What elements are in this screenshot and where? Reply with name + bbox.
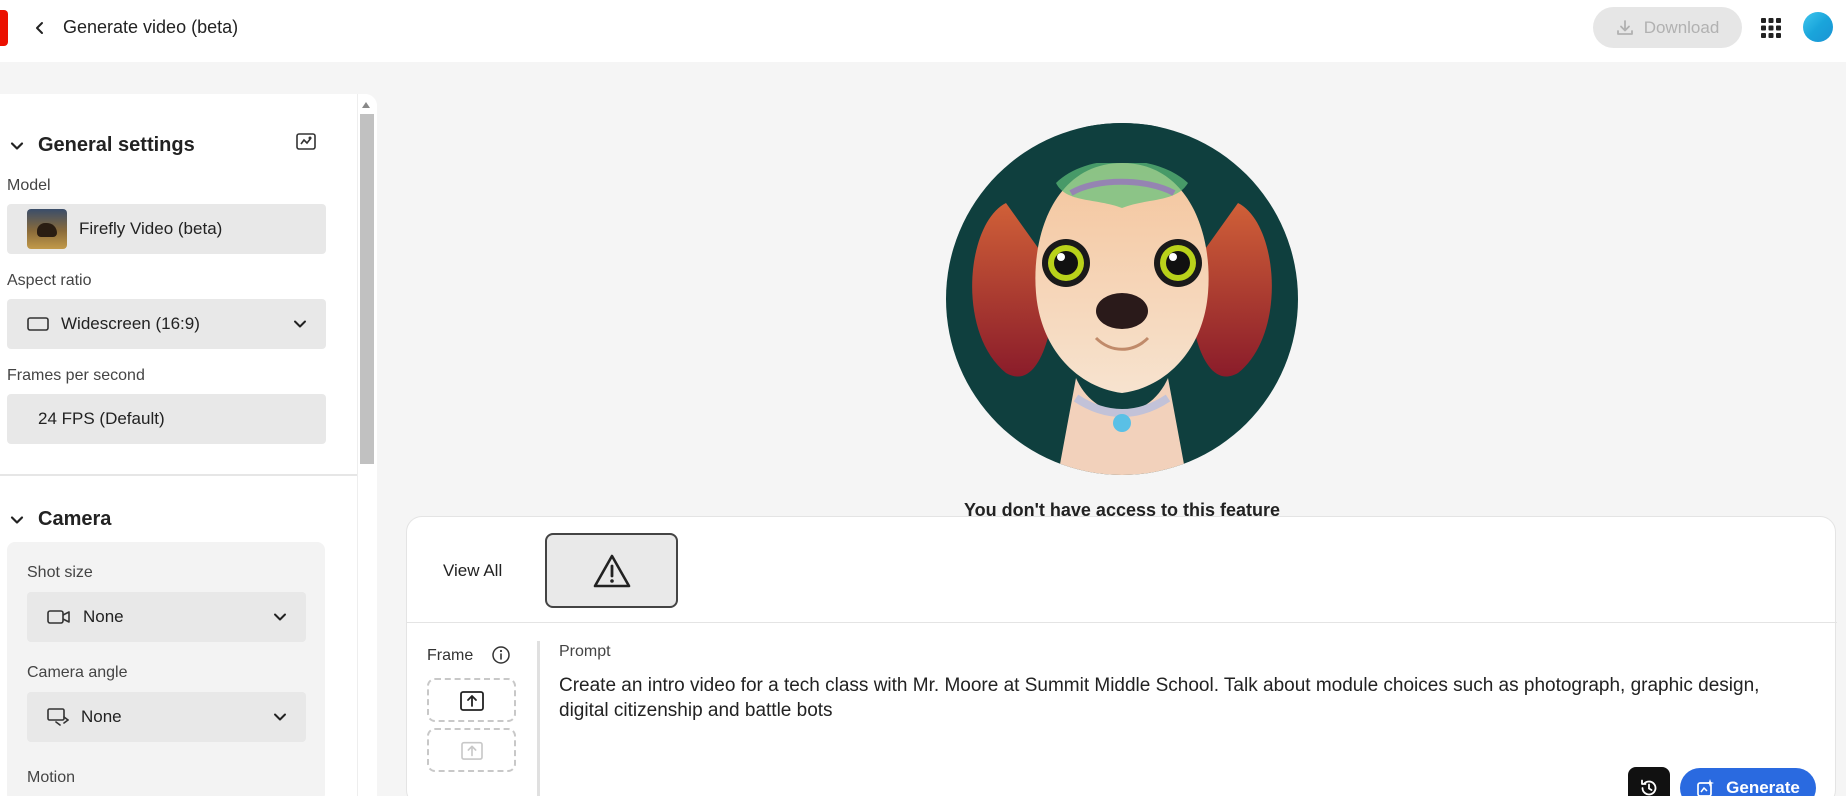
chevron-down-icon <box>274 613 286 621</box>
camera-title: Camera <box>38 508 112 530</box>
hero-illustration <box>946 123 1298 475</box>
camera-angle-label: Camera angle <box>27 664 128 681</box>
adobe-logo[interactable] <box>0 10 8 46</box>
upload-icon <box>460 741 483 760</box>
generate-sparkle-icon <box>1697 779 1715 796</box>
chevron-down-icon <box>10 141 24 150</box>
general-settings-header[interactable]: General settings <box>10 134 195 157</box>
back-button[interactable] <box>26 14 54 42</box>
shot-size-select[interactable]: None <box>27 592 306 642</box>
prompt-panel: View All Frame Prompt Create an intro vi… <box>406 516 1837 796</box>
model-thumbnail <box>27 209 67 249</box>
first-frame-upload[interactable] <box>427 678 516 722</box>
chevron-down-icon <box>10 515 24 524</box>
chevron-down-icon <box>294 320 306 328</box>
history-button[interactable] <box>1628 767 1670 796</box>
model-label: Model <box>7 177 51 194</box>
widescreen-icon <box>27 317 49 331</box>
info-icon[interactable] <box>491 645 511 665</box>
fps-select[interactable]: 24 FPS (Default) <box>7 394 326 444</box>
top-bar: Generate video (beta) Download <box>0 0 1846 62</box>
settings-sidebar: General settings Model Firefly Video (be… <box>0 94 377 796</box>
general-settings-title: General settings <box>38 134 195 156</box>
motion-label: Motion <box>27 769 76 786</box>
prompt-label: Prompt <box>559 643 611 660</box>
dog-illustration <box>972 123 1272 475</box>
history-icon <box>1641 779 1657 796</box>
avatar[interactable] <box>1803 12 1833 42</box>
warning-triangle-icon <box>593 554 630 587</box>
frame-label: Frame <box>427 647 474 664</box>
shot-size-value: None <box>83 607 124 626</box>
last-frame-upload[interactable] <box>427 728 516 772</box>
shot-size-label: Shot size <box>27 564 93 581</box>
vertical-divider <box>537 641 540 796</box>
scrollbar-thumb[interactable] <box>360 114 374 464</box>
camera-angle-value: None <box>81 707 122 726</box>
download-button[interactable]: Download <box>1593 7 1742 48</box>
aspect-ratio-value: Widescreen (16:9) <box>61 314 200 333</box>
fps-value: 24 FPS (Default) <box>38 409 165 428</box>
download-icon <box>1616 19 1633 35</box>
generate-button[interactable]: Generate <box>1680 768 1816 796</box>
prompt-textarea[interactable]: Create an intro video for a tech class w… <box>559 673 1789 723</box>
camera-angle-select[interactable]: None <box>27 692 306 742</box>
panel-divider <box>407 622 1837 623</box>
camera-header[interactable]: Camera <box>10 508 111 531</box>
aspect-ratio-select[interactable]: Widescreen (16:9) <box>7 299 326 349</box>
model-value: Firefly Video (beta) <box>79 219 223 238</box>
scroll-up-arrow[interactable] <box>362 102 370 108</box>
upload-icon <box>459 691 484 711</box>
camera-angle-icon <box>47 708 69 726</box>
generate-label: Generate <box>1726 778 1800 796</box>
aspect-ratio-label: Aspect ratio <box>7 272 92 289</box>
chevron-left-icon <box>36 22 43 34</box>
warning-tile[interactable] <box>545 533 678 608</box>
model-select[interactable]: Firefly Video (beta) <box>7 204 326 254</box>
settings-sliders-icon[interactable] <box>294 132 318 152</box>
video-camera-icon <box>47 610 70 624</box>
apps-grid-icon[interactable] <box>1759 16 1783 40</box>
chevron-down-icon <box>274 713 286 721</box>
page-title: Generate video (beta) <box>63 17 239 37</box>
download-label: Download <box>1643 17 1720 37</box>
section-divider <box>0 474 357 476</box>
fps-label: Frames per second <box>7 367 145 384</box>
view-all-link[interactable]: View All <box>443 561 502 581</box>
